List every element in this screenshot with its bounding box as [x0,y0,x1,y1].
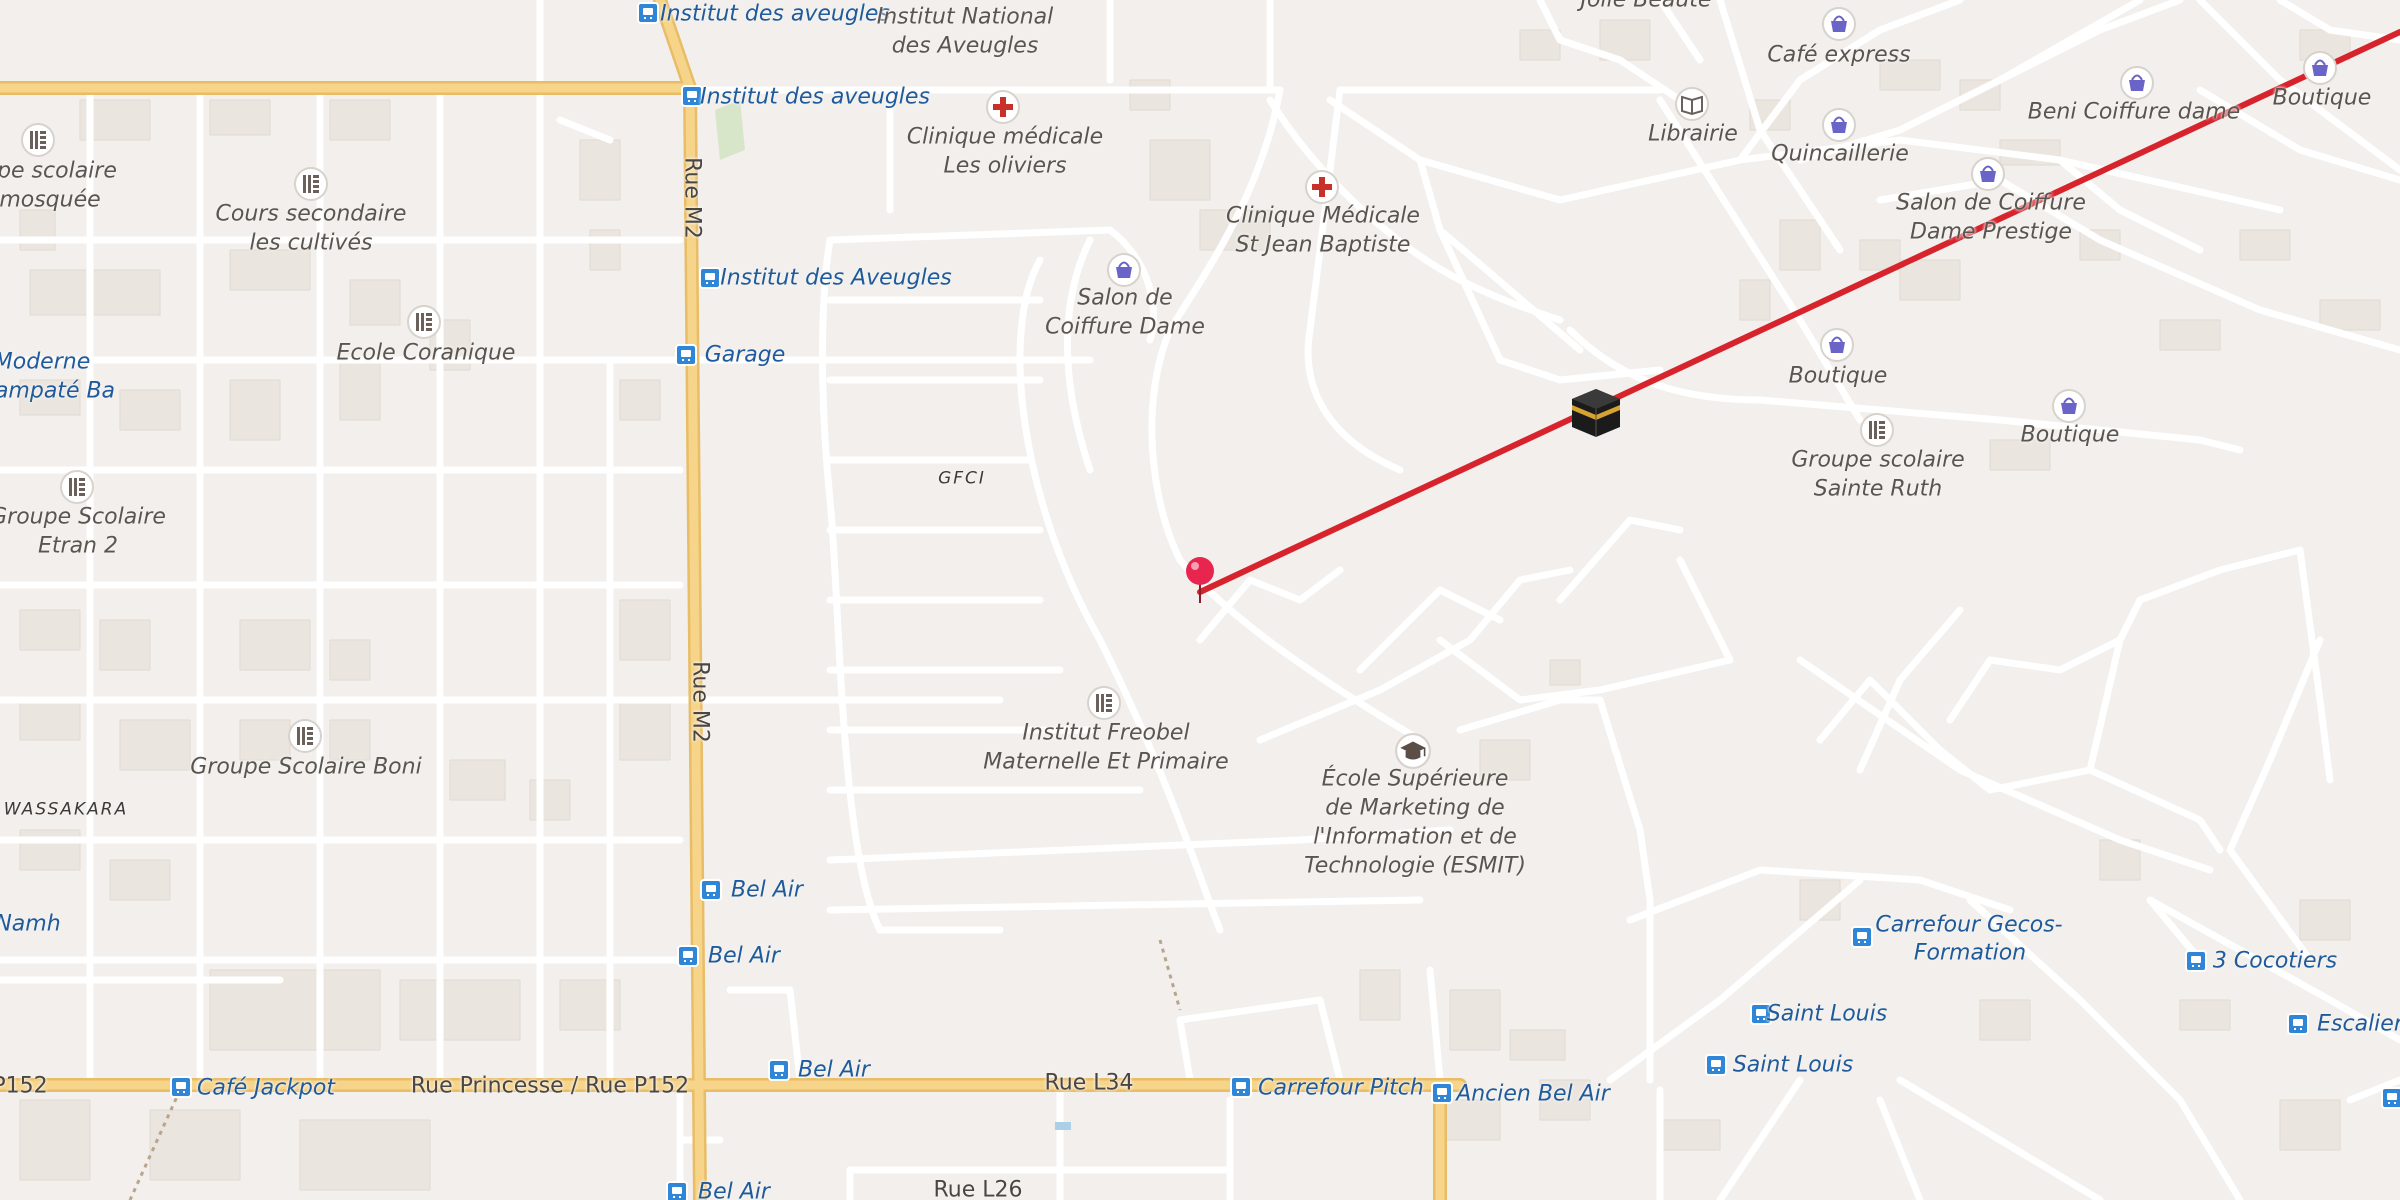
bus-stop-label: Bel Air [798,1057,870,1083]
bus-stop-label: Bel Air [731,877,803,903]
bus-stop-icon[interactable] [2287,1013,2309,1035]
bus-stop-label: Ancien Bel Air [1456,1081,1610,1107]
poi-label: Dame Prestige [1910,219,2072,245]
poi-label: Technologie (ESMIT) [1304,853,1526,879]
bus-stop-label: Saint Louis [1766,1001,1888,1027]
location-pin-icon[interactable] [1180,555,1220,605]
bus-stop-label: Institut des Aveugles [720,265,952,291]
poi-label: Groupe scolaire [1791,447,1965,473]
poi-label: Coiffure Dame [1045,314,1205,340]
school-icon[interactable] [59,469,95,505]
bus-stop-label: Garage [704,342,786,368]
poi-label: Groupe Scolaire Boni [190,754,422,780]
bus-stop-icon[interactable] [1431,1082,1453,1104]
bus-stop-icon[interactable] [1851,926,1873,948]
shop-basket-icon[interactable] [1821,107,1857,143]
bus-stop-label: Saint Louis [1732,1052,1854,1078]
poi-label: Groupe Scolaire [0,504,166,530]
bus-stop-icon[interactable] [666,1181,688,1200]
poi-label: Quincaillerie [1771,141,1909,167]
school-icon[interactable] [1859,412,1895,448]
shop-basket-icon[interactable] [1819,327,1855,363]
poi-label: Namh [0,911,61,937]
poi-label: Moderne [0,349,91,375]
book-icon[interactable] [1674,86,1710,122]
bus-stop-label: Café Jackpot [197,1075,335,1101]
hospital-icon[interactable] [1304,169,1340,205]
poi-label: Ecole Coranique [336,340,516,366]
road-label: Rue L34 [1044,1070,1134,1096]
road-label: Rue Princesse / Rue P152 [410,1073,690,1099]
poi-label: Etran 2 [38,533,118,559]
shop-basket-icon[interactable] [1970,156,2006,192]
bus-stop-label: Carrefour Gecos- [1875,912,2063,938]
bus-stop-label: Formation [1913,940,2027,966]
poi-label: de Marketing de [1325,795,1505,821]
area-label: WASSAKARA [3,799,129,820]
shop-basket-icon[interactable] [2119,65,2155,101]
bus-stop-icon[interactable] [170,1076,192,1098]
school-icon[interactable] [20,122,56,158]
bus-stop-icon[interactable] [637,2,659,24]
road-label: Rue L26 [933,1177,1023,1200]
bus-stop-label: 3 Cocotiers [2212,948,2338,974]
bus-stop-icon[interactable] [700,879,722,901]
school-icon[interactable] [406,304,442,340]
poi-label: les cultivés [249,230,373,256]
area-label: GFCI [938,468,986,489]
poi-label: Jolie Beauté [1580,0,1712,13]
bus-stop-label: Escalier [2317,1011,2400,1037]
school-icon[interactable] [293,166,329,202]
poi-label: ampaté Ba [0,378,116,404]
bus-stop-icon[interactable] [677,945,699,967]
kaaba-qibla-icon [1572,389,1620,437]
map-view[interactable]: Rue M2 Rue M2 Rue Princesse / Rue P152 P… [0,0,2400,1200]
bus-stop-label: Institut des aveugles [700,84,930,110]
poi-label: Boutique [1788,363,1888,389]
poi-label: upe scolaire [0,158,117,184]
poi-label: Cours secondaire [215,201,407,227]
poi-label: Sainte Ruth [1813,476,1943,502]
bus-stop-icon[interactable] [2381,1087,2400,1109]
poi-label: Les oliviers [943,153,1067,179]
shop-basket-icon[interactable] [1821,6,1857,42]
bus-stop-icon[interactable] [699,267,721,289]
poi-label: Maternelle Et Primaire [983,749,1229,775]
poi-label: mosquée [0,187,101,213]
poi-label: Clinique Médicale [1226,203,1420,229]
poi-label: Boutique [2020,422,2120,448]
road-label: Rue M2 [679,157,705,239]
poi-label: Institut Freobel [1022,720,1190,746]
road-label: P152 [0,1073,48,1099]
bus-stop-icon[interactable] [768,1059,790,1081]
road-label: Rue M2 [687,661,713,743]
bus-stop-icon[interactable] [1230,1076,1252,1098]
poi-label: Salon de Coiffure [1896,190,2086,216]
bus-stop-icon[interactable] [675,344,697,366]
poi-label: Café express [1767,42,1911,68]
school-icon[interactable] [287,718,323,754]
bus-stop-icon[interactable] [2185,950,2207,972]
poi-label: Clinique médicale [906,124,1104,150]
poi-label: Boutique [2272,85,2372,111]
poi-label: Salon de [1077,285,1173,311]
shop-basket-icon[interactable] [2051,388,2087,424]
school-icon[interactable] [1086,685,1122,721]
hospital-icon[interactable] [985,89,1021,125]
bus-stop-label: Carrefour Pitch [1258,1075,1424,1101]
poi-label: École Supérieure [1321,766,1509,792]
poi-label: Beni Coiffure dame [2027,99,2241,125]
poi-label: Librairie [1648,121,1738,147]
bus-stop-label: Institut des aveugles [660,1,890,27]
poi-label: St Jean Baptiste [1235,232,1411,258]
poi-label: l'Information et de [1313,824,1517,850]
bus-stop-label: Bel Air [698,1179,770,1200]
poi-label: des Aveugles [891,33,1039,59]
bus-stop-label: Bel Air [708,943,780,969]
poi-label: Institut National [876,4,1054,30]
bus-stop-icon[interactable] [1705,1054,1727,1076]
shop-basket-icon[interactable] [2302,50,2338,86]
